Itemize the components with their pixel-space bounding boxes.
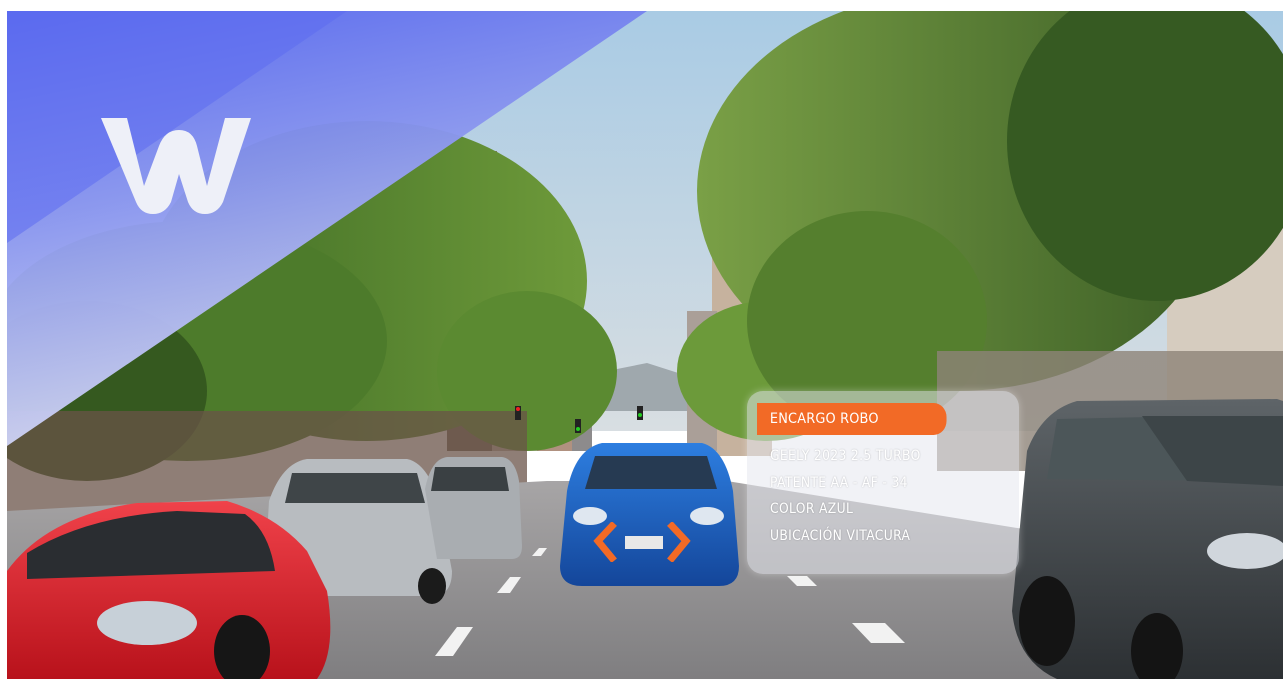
vehicle-model: GEELY 2023 2.5 TURBO: [770, 448, 921, 464]
w-brand-logo: [101, 118, 251, 214]
vehicle-color: COLOR AZUL: [770, 501, 854, 517]
vehicle-location: UBICACIÓN VITACURA: [770, 528, 911, 544]
vehicle-info-card: ENCARGO ROBO GEELY 2023 2.5 TURBO PATENT…: [747, 391, 1019, 574]
alert-tag: ENCARGO ROBO: [757, 403, 947, 435]
vehicle-plate: PATENTE AA - AF - 34: [770, 475, 908, 491]
photo-frame: ENCARGO ROBO GEELY 2023 2.5 TURBO PATENT…: [7, 11, 1283, 679]
